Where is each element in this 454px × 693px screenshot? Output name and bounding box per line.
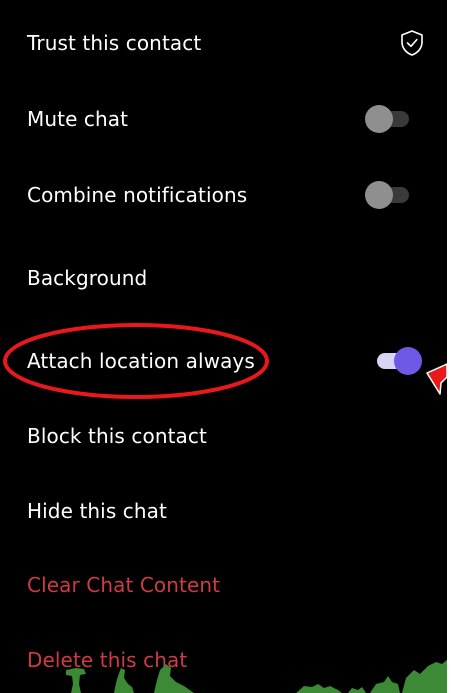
settings-row-hide-chat[interactable]: Hide this chat: [0, 474, 447, 548]
settings-row-trust-contact[interactable]: Trust this contact: [0, 6, 447, 80]
settings-row-label: Block this contact: [27, 424, 207, 448]
settings-row-label: Attach location always: [27, 349, 255, 373]
settings-row-label: Background: [27, 266, 148, 290]
settings-row-label: Clear Chat Content: [27, 573, 221, 597]
screenshot-edge: [447, 0, 454, 693]
settings-row-label: Combine notifications: [27, 183, 248, 207]
settings-row-block-contact[interactable]: Block this contact: [0, 399, 447, 473]
settings-row-label: Hide this chat: [27, 499, 167, 523]
settings-row-clear-chat[interactable]: Clear Chat Content: [0, 548, 447, 622]
settings-row-label: Trust this contact: [27, 31, 202, 55]
settings-row-attach-location[interactable]: Attach location always: [0, 324, 447, 398]
settings-row-combine-notifications[interactable]: Combine notifications: [0, 158, 447, 232]
mute-chat-toggle[interactable]: [365, 105, 411, 133]
settings-row-label: Delete this chat: [27, 648, 188, 672]
toggle-thumb: [394, 347, 422, 375]
settings-row-label: Mute chat: [27, 107, 129, 131]
chat-settings-screen: Trust this contact Mute chat Combine not…: [0, 0, 447, 693]
settings-row-background[interactable]: Background: [0, 241, 447, 315]
attach-location-toggle[interactable]: [366, 347, 422, 375]
settings-row-delete-chat[interactable]: Delete this chat: [0, 623, 447, 693]
toggle-thumb: [365, 105, 393, 133]
settings-row-mute-chat[interactable]: Mute chat: [0, 82, 447, 156]
toggle-thumb: [365, 181, 393, 209]
combine-notifications-toggle[interactable]: [365, 181, 411, 209]
shield-check-icon: [399, 29, 425, 57]
